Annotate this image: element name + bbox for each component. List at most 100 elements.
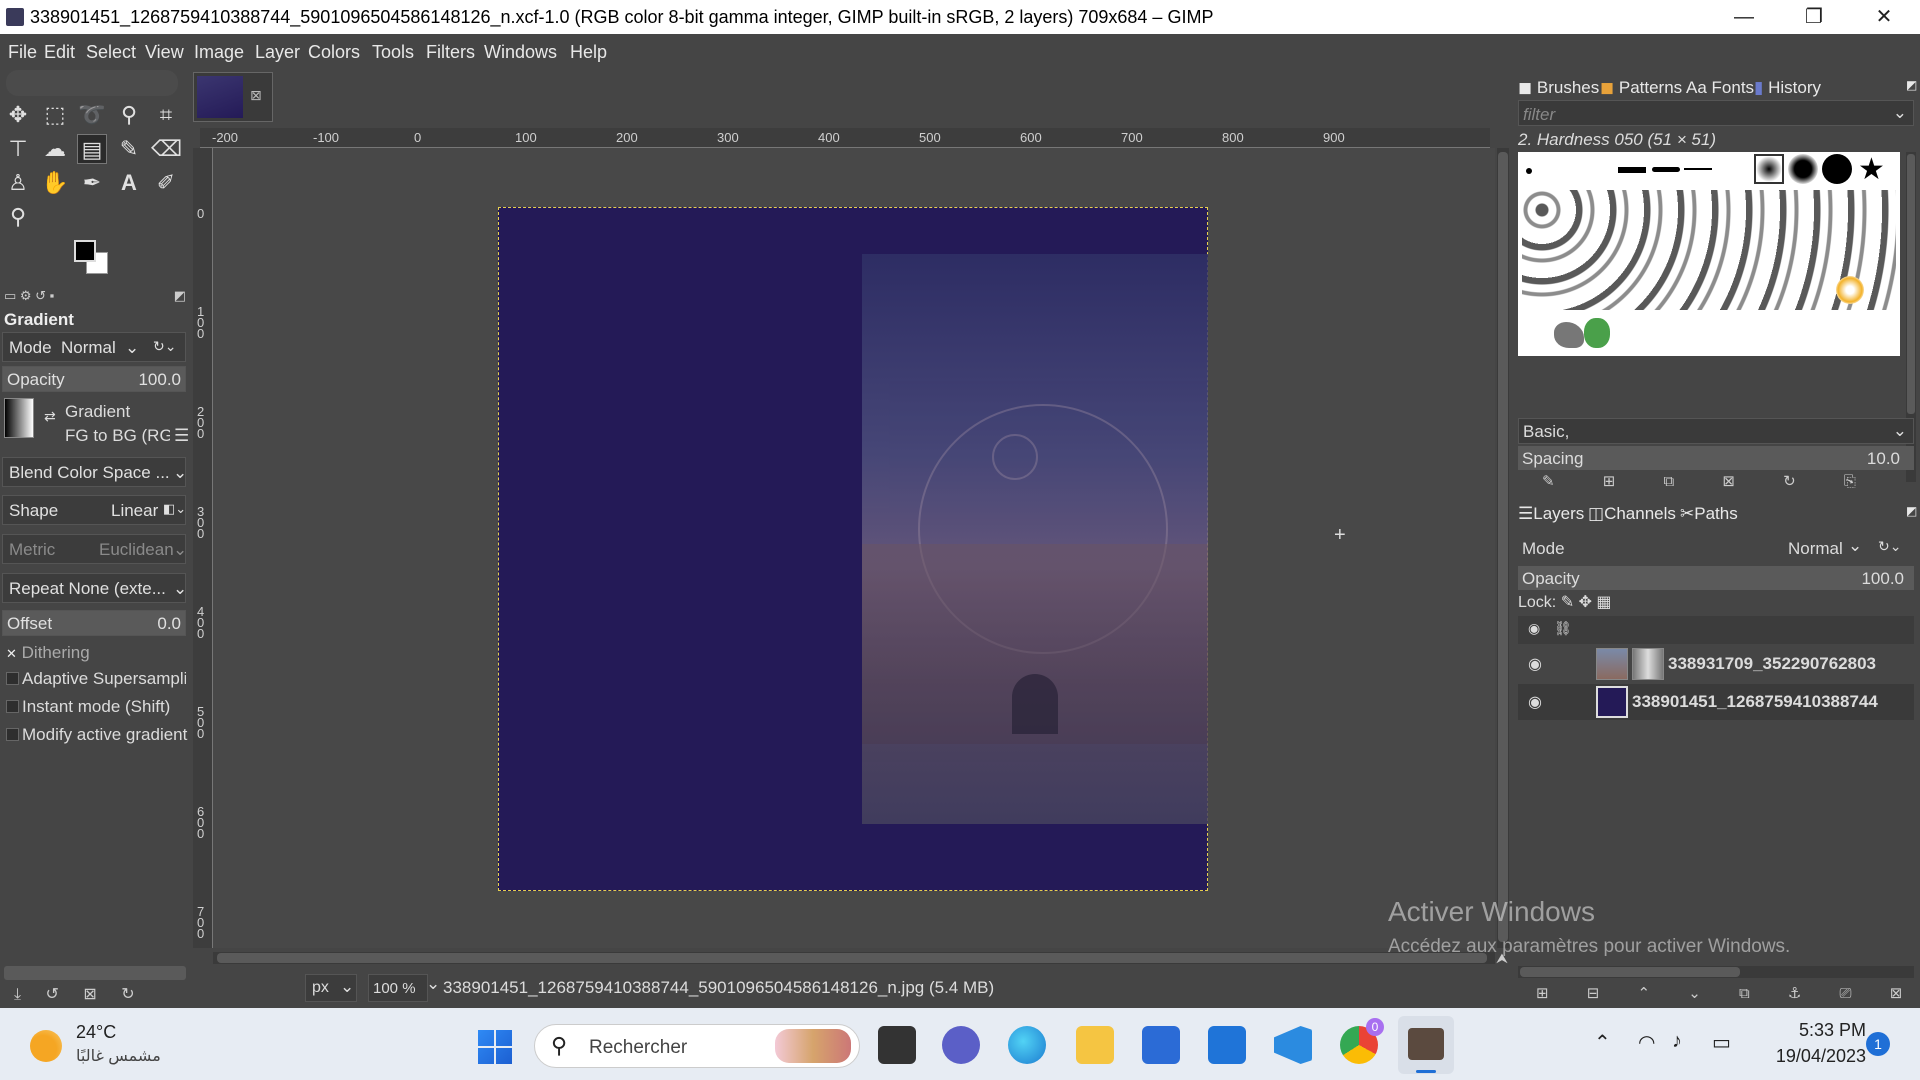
tool-options-tab-icon[interactable]: ▭ ⚙ ↺ ▪ bbox=[4, 288, 54, 303]
brush-filter-input[interactable]: filter ⌄ bbox=[1518, 100, 1914, 126]
weather-sun-icon[interactable] bbox=[30, 1030, 62, 1062]
blend-color-space-select[interactable]: Blend Color Space ... ⌄ bbox=[2, 457, 187, 487]
tray-chevron-icon[interactable]: ⌃ bbox=[1594, 1030, 1611, 1055]
brush-item[interactable] bbox=[1822, 154, 1852, 184]
foreground-color-swatch[interactable] bbox=[74, 240, 96, 262]
gimp-task-highlight[interactable] bbox=[1398, 1016, 1454, 1074]
horizontal-scrollbar[interactable] bbox=[213, 952, 1495, 964]
transform-tool-icon[interactable]: ⊤ bbox=[3, 134, 33, 164]
microsoft-store-icon[interactable] bbox=[1142, 1026, 1180, 1064]
rect-select-tool-icon[interactable]: ⬚ bbox=[40, 100, 70, 130]
paintbrush-tool-icon[interactable]: ✎ bbox=[114, 134, 144, 164]
edit-brush-icon[interactable]: ✎ bbox=[1542, 473, 1555, 490]
raise-layer-icon[interactable]: ⌃ bbox=[1638, 985, 1651, 1002]
layer-mask-icon[interactable]: ⎚ bbox=[1840, 985, 1852, 1002]
layer-row[interactable]: ◉ 338931709_352290762803 bbox=[1518, 646, 1914, 682]
opacity-slider[interactable]: Opacity 100.0 bbox=[2, 366, 186, 392]
image-tab[interactable]: ⊠ bbox=[193, 72, 273, 122]
brush-preset-select[interactable]: Basic, ⌄ bbox=[1518, 418, 1914, 444]
anchor-layer-icon[interactable]: ⚓ bbox=[1788, 985, 1801, 1002]
eraser-tool-icon[interactable]: ⌫ bbox=[151, 134, 182, 164]
refresh-brushes-icon[interactable]: ↻ bbox=[1783, 473, 1796, 490]
clock-time[interactable]: 5:33 PM bbox=[1786, 1020, 1866, 1041]
mode-select[interactable]: Mode Normal ⌄ ↻⌄ bbox=[2, 332, 186, 362]
brush-item[interactable] bbox=[1684, 168, 1712, 170]
tab-brushes[interactable]: ◼ Brushes bbox=[1518, 78, 1599, 98]
windows-start-icon[interactable] bbox=[478, 1030, 512, 1064]
battery-icon[interactable]: ▭ bbox=[1712, 1030, 1731, 1055]
paths-tool-icon[interactable]: ✒ bbox=[77, 168, 107, 198]
clone-tool-icon[interactable]: ♙ bbox=[3, 168, 33, 198]
menu-filters[interactable]: Filters bbox=[426, 42, 475, 63]
gradient-tool-icon[interactable]: ▤ bbox=[77, 134, 107, 164]
unit-select[interactable]: px ⌄ bbox=[305, 974, 357, 1002]
save-preset-icon[interactable]: ⤓ bbox=[14, 986, 21, 1003]
brush-item[interactable] bbox=[1788, 154, 1818, 184]
move-tool-icon[interactable]: ✥ bbox=[3, 100, 33, 130]
menu-windows[interactable]: Windows bbox=[484, 42, 557, 63]
weather-temp[interactable]: 24°C bbox=[76, 1022, 116, 1043]
toolbox-scrollbar[interactable] bbox=[4, 966, 186, 980]
brush-item[interactable] bbox=[1618, 167, 1646, 173]
brush-item[interactable] bbox=[1554, 322, 1584, 348]
menu-select[interactable]: Select bbox=[86, 42, 136, 63]
vertical-scrollbar-thumb[interactable] bbox=[1498, 152, 1508, 942]
fuzzy-select-tool-icon[interactable]: ⚲ bbox=[114, 100, 144, 130]
file-explorer-icon[interactable] bbox=[1076, 1026, 1114, 1064]
menu-file[interactable]: File bbox=[8, 42, 37, 63]
repeat-select[interactable]: Repeat None (exte... ⌄ bbox=[2, 573, 187, 603]
notification-badge[interactable]: 1 bbox=[1866, 1032, 1890, 1056]
new-brush-icon[interactable]: ⊞ bbox=[1603, 473, 1616, 490]
lasso-tool-icon[interactable]: ➰ bbox=[77, 100, 107, 130]
edge-browser-icon[interactable] bbox=[1008, 1026, 1046, 1064]
tab-channels[interactable]: ◫Channels bbox=[1588, 504, 1676, 524]
menu-view[interactable]: View bbox=[145, 42, 184, 63]
tab-fonts[interactable]: Aa Fonts bbox=[1686, 78, 1754, 98]
minimize-button[interactable]: — bbox=[1710, 0, 1778, 34]
horizontal-scrollbar-thumb[interactable] bbox=[217, 953, 1487, 963]
restore-preset-icon[interactable]: ↺ bbox=[46, 986, 59, 1003]
tab-paths[interactable]: ✂Paths bbox=[1680, 504, 1738, 524]
dock-menu-icon[interactable]: ◩ bbox=[174, 288, 186, 304]
duplicate-brush-icon[interactable]: ⧉ bbox=[1664, 473, 1675, 490]
volume-icon[interactable]: ♪ bbox=[1672, 1030, 1682, 1053]
adaptive-checkbox[interactable] bbox=[6, 672, 19, 685]
close-button[interactable]: ✕ bbox=[1850, 0, 1918, 34]
layers-scrollbar[interactable] bbox=[1518, 966, 1914, 978]
spacing-slider[interactable]: Spacing 10.0 bbox=[1518, 446, 1914, 470]
gradient-preview[interactable] bbox=[4, 398, 34, 438]
lower-layer-icon[interactable]: ⌄ bbox=[1688, 985, 1701, 1002]
open-brush-icon[interactable]: ⎘ bbox=[1844, 473, 1856, 490]
brush-grid[interactable]: ★ bbox=[1518, 152, 1900, 356]
menu-image[interactable]: Image bbox=[194, 42, 244, 63]
pepper-brush-icon[interactable] bbox=[1584, 318, 1610, 348]
zoom-tool-icon[interactable]: ⚲ bbox=[3, 202, 33, 232]
lock-position-icon[interactable]: ✥ bbox=[1579, 594, 1592, 611]
text-tool-icon[interactable]: A bbox=[114, 168, 144, 198]
warp-tool-icon[interactable]: ☁ bbox=[40, 134, 70, 164]
dock-menu-icon[interactable]: ◩ bbox=[1906, 504, 1917, 518]
shape-select[interactable]: Shape Linear ◧⌄ bbox=[2, 495, 186, 525]
offset-slider[interactable]: Offset 0.0 bbox=[2, 610, 186, 636]
reset-mode-icon[interactable]: ↻⌄ bbox=[153, 338, 176, 355]
delete-layer-icon[interactable]: ⊠ bbox=[1890, 985, 1903, 1002]
lock-pixels-icon[interactable]: ✎ bbox=[1561, 594, 1574, 611]
dock-menu-icon[interactable]: ◩ bbox=[1906, 78, 1917, 92]
crop-tool-icon[interactable]: ⌗ bbox=[151, 100, 181, 130]
wifi-icon[interactable]: ◠ bbox=[1638, 1030, 1655, 1055]
tab-layers[interactable]: ☰Layers bbox=[1518, 504, 1584, 524]
instant-mode-checkbox[interactable] bbox=[6, 700, 19, 713]
task-view-icon[interactable] bbox=[878, 1026, 916, 1064]
tab-history[interactable]: ▮ History bbox=[1754, 78, 1821, 98]
vertical-scrollbar[interactable] bbox=[1497, 148, 1509, 948]
reset-preset-icon[interactable]: ↻ bbox=[121, 986, 134, 1003]
delete-brush-icon[interactable]: ⊠ bbox=[1722, 473, 1735, 490]
lock-alpha-icon[interactable]: ▦ bbox=[1596, 594, 1611, 611]
brush-item-selected[interactable] bbox=[1754, 154, 1784, 184]
eye-icon[interactable]: ◉ bbox=[1528, 654, 1542, 674]
new-layer-icon[interactable]: ⊞ bbox=[1536, 985, 1549, 1002]
taskbar-search[interactable]: ⚲ Rechercher bbox=[534, 1024, 860, 1068]
layer-opacity-slider[interactable]: Opacity 100.0 bbox=[1518, 566, 1914, 590]
menu-tools[interactable]: Tools bbox=[372, 42, 414, 63]
brush-item[interactable] bbox=[1652, 167, 1680, 172]
